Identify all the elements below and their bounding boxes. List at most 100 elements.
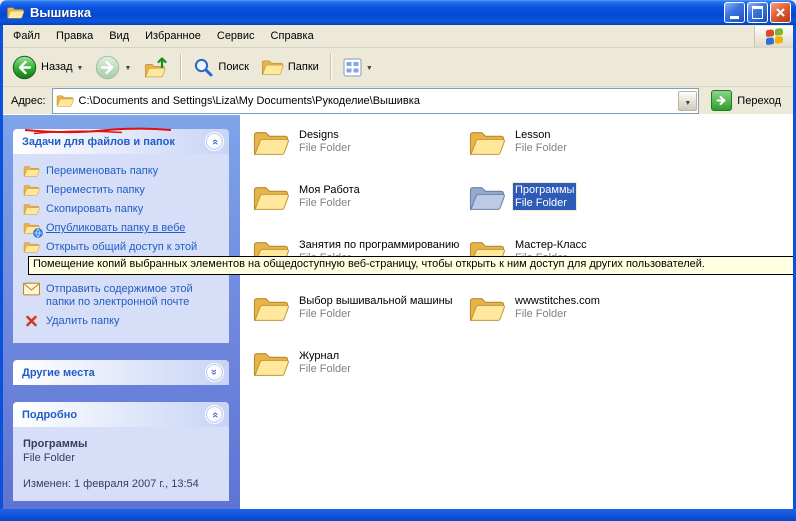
file-item-designs[interactable]: Designs File Folder <box>252 127 351 158</box>
task-label: Опубликовать папку в вебе <box>46 221 185 235</box>
menu-view[interactable]: Вид <box>101 27 137 45</box>
tooltip: Помещение копий выбранных элементов на о… <box>28 256 796 275</box>
task-label: Открыть общий доступ к этой <box>46 240 197 254</box>
menu-favorites[interactable]: Избранное <box>137 27 209 45</box>
toolbar-separator <box>330 54 332 80</box>
forward-button[interactable] <box>90 52 136 83</box>
window-title: Вышивка <box>30 5 719 20</box>
folder-up-icon <box>143 55 169 79</box>
search-icon <box>193 57 214 78</box>
back-dropdown-icon <box>77 61 84 73</box>
collapse-chevron-icon[interactable] <box>205 405 224 424</box>
details-title: Подробно <box>22 409 77 421</box>
folder-icon-selected <box>468 182 506 213</box>
menu-help[interactable]: Справка <box>263 27 322 45</box>
details-box: Подробно Программы File Folder Изменен: … <box>13 402 229 501</box>
file-name: Моя Работа <box>299 183 360 197</box>
file-name: wwwstitches.com <box>515 294 600 308</box>
minimize-button[interactable] <box>724 2 745 23</box>
menu-tools[interactable]: Сервис <box>209 27 263 45</box>
task-label: Переименовать папку <box>46 164 158 178</box>
file-item-moya-rabota[interactable]: Моя Работа File Folder <box>252 182 360 213</box>
file-folder-tasks-title: Задачи для файлов и папок <box>22 136 175 148</box>
task-move-folder[interactable]: Переместить папку <box>23 183 223 197</box>
file-name: Занятия по программированию <box>299 238 459 252</box>
file-name: Выбор вышивальной машины <box>299 294 453 308</box>
file-type: File Folder <box>299 363 351 376</box>
maximize-button[interactable] <box>747 2 768 23</box>
folders-label: Папки <box>288 61 319 73</box>
file-type: File Folder <box>299 142 351 155</box>
file-name: Журнал <box>299 349 351 363</box>
copy-folder-icon <box>23 202 40 216</box>
other-places-box: Другие места <box>13 360 229 385</box>
file-name: Программы <box>515 183 574 197</box>
back-icon <box>12 55 37 80</box>
explorer-window: Вышивка Файл Правка Вид Избранное Сервис… <box>0 0 796 521</box>
move-folder-icon <box>23 183 40 197</box>
other-places-header[interactable]: Другие места <box>13 360 229 385</box>
minimize-icon <box>730 16 739 19</box>
details-body: Программы File Folder Изменен: 1 февраля… <box>13 427 229 501</box>
share-folder-icon <box>23 240 40 254</box>
task-label: Скопировать папку <box>46 202 143 216</box>
folders-button[interactable]: Папки <box>256 54 324 80</box>
toolbar-separator <box>180 54 182 80</box>
back-button[interactable]: Назад <box>7 52 88 83</box>
other-places-title: Другие места <box>22 367 95 379</box>
close-button[interactable] <box>770 2 791 23</box>
folder-icon <box>252 127 290 158</box>
file-item-zhurnal[interactable]: Журнал File Folder <box>252 348 351 379</box>
menu-file[interactable]: Файл <box>5 27 48 45</box>
red-underline-annotation <box>22 127 174 135</box>
collapse-chevron-icon[interactable] <box>205 132 224 151</box>
forward-dropdown-icon <box>124 61 131 73</box>
file-item-vybor-mashiny[interactable]: Выбор вышивальной машины File Folder <box>252 293 453 324</box>
task-delete-folder[interactable]: Удалить папку <box>23 314 223 328</box>
task-label: Отправить содержимое этой папки по элект… <box>46 282 223 309</box>
file-item-wwwstitches[interactable]: wwwstitches.com File Folder <box>468 293 600 324</box>
details-header[interactable]: Подробно <box>13 402 229 427</box>
file-name: Designs <box>299 128 351 142</box>
task-share-folder[interactable]: Открыть общий доступ к этой <box>23 240 223 254</box>
up-button[interactable] <box>138 52 174 82</box>
folder-icon <box>468 293 506 324</box>
file-list-area[interactable]: Designs File Folder Lesson File Folder М… <box>240 115 793 509</box>
task-copy-folder[interactable]: Скопировать папку <box>23 202 223 216</box>
go-arrow-icon <box>711 90 732 111</box>
file-type: File Folder <box>515 142 567 155</box>
email-icon <box>23 282 40 296</box>
address-bar: Адрес: C:\Documents and Settings\Liza\My… <box>3 87 793 115</box>
details-item-type: File Folder <box>23 451 223 465</box>
file-type: File Folder <box>515 197 574 210</box>
task-publish-folder-web[interactable]: Опубликовать папку в вебе <box>23 221 223 235</box>
task-rename-folder[interactable]: Переименовать папку <box>23 164 223 178</box>
address-dropdown-button[interactable] <box>678 91 697 111</box>
menu-edit[interactable]: Правка <box>48 27 101 45</box>
folder-icon <box>468 127 506 158</box>
search-button[interactable]: Поиск <box>188 54 253 81</box>
back-label: Назад <box>41 61 73 73</box>
rename-folder-icon <box>23 164 40 178</box>
go-button[interactable]: Переход <box>705 88 787 113</box>
details-item-name: Программы <box>23 437 223 451</box>
task-email-folder[interactable]: Отправить содержимое этой папки по элект… <box>23 282 223 309</box>
file-name: Мастер-Класс <box>515 238 587 252</box>
window-folder-icon <box>6 5 25 20</box>
file-type: File Folder <box>299 197 360 210</box>
file-folder-tasks-body: Переименовать папку Переместить папку Ск… <box>13 154 229 343</box>
file-item-lesson[interactable]: Lesson File Folder <box>468 127 567 158</box>
views-icon <box>343 58 362 77</box>
delete-x-icon <box>23 314 40 328</box>
address-input[interactable]: C:\Documents and Settings\Liza\My Docume… <box>52 88 700 114</box>
task-label: Удалить папку <box>46 314 120 328</box>
expand-chevron-icon[interactable] <box>205 363 224 382</box>
title-bar: Вышивка <box>0 0 796 25</box>
forward-icon <box>95 55 120 80</box>
menu-bar: Файл Правка Вид Избранное Сервис Справка <box>3 25 793 48</box>
details-item-modified: Изменен: 1 февраля 2007 г., 13:54 <box>23 477 223 491</box>
file-item-programmy[interactable]: Программы File Folder <box>468 182 576 213</box>
views-button[interactable] <box>338 55 378 80</box>
task-label: Переместить папку <box>46 183 145 197</box>
content-area: Задачи для файлов и папок Переименовать … <box>0 115 796 509</box>
